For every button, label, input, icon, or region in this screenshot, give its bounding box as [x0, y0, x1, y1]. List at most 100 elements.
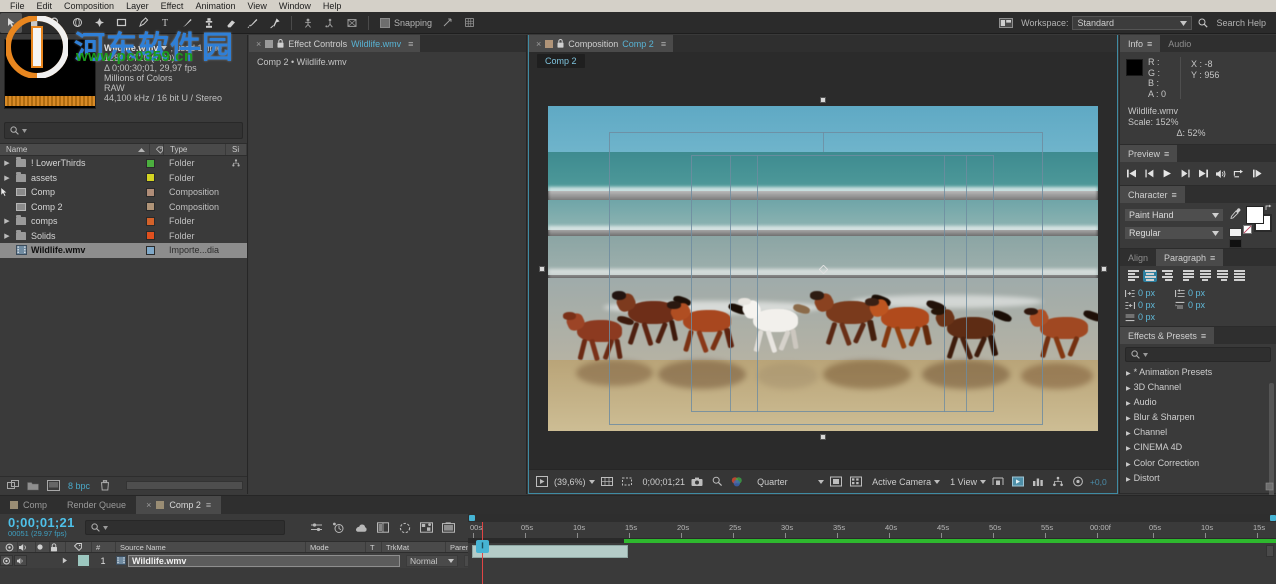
tab-align[interactable]: Align — [1120, 249, 1156, 266]
space-after-field[interactable]: 0 px — [1125, 312, 1175, 322]
fill-color-bar[interactable] — [1229, 228, 1242, 237]
no-color-icon[interactable] — [1243, 225, 1252, 234]
panel-menu-icon[interactable]: ≡ — [408, 39, 413, 49]
pen-tool-icon[interactable] — [132, 13, 154, 33]
close-icon[interactable]: × — [536, 39, 541, 49]
layer-audio-toggle[interactable] — [14, 555, 27, 566]
brainstorm-icon[interactable] — [441, 520, 457, 535]
roto-brush-tool-icon[interactable] — [242, 13, 264, 33]
orbit-camera-tool-icon[interactable] — [66, 13, 88, 33]
selection-tool-icon[interactable] — [0, 13, 22, 33]
tab-info[interactable]: Info ≡ — [1120, 35, 1160, 52]
3d-view-icon[interactable] — [1050, 474, 1066, 490]
composition-time-display[interactable]: 0;00;01;21 — [643, 477, 686, 487]
chevron-down-icon[interactable] — [161, 46, 167, 50]
effects-category-distort[interactable]: ▶Distort — [1126, 472, 1276, 487]
expand-triangle-icon[interactable]: ▶ — [0, 159, 14, 167]
current-time-indicator-head[interactable] — [476, 540, 489, 553]
composition-canvas[interactable] — [548, 106, 1098, 431]
timeline-toggle-icon[interactable] — [990, 474, 1006, 490]
layer-expand-triangle-icon[interactable] — [56, 557, 74, 564]
tab-effect-controls[interactable]: × Effect Controls Wildlife.wmv ≡ — [249, 35, 420, 52]
effects-category-3d-channel[interactable]: ▶3D Channel — [1126, 381, 1276, 396]
workspace-select[interactable]: Standard — [1072, 16, 1192, 30]
panel-menu-icon[interactable]: ≡ — [1147, 39, 1152, 49]
toggle-pixel-aspect-icon[interactable] — [848, 474, 864, 490]
effects-category-blur-sharpen[interactable]: ▶Blur & Sharpen — [1126, 411, 1276, 426]
view-layout-select[interactable]: 1 View — [950, 477, 986, 487]
timeline-track-area[interactable] — [468, 539, 1276, 584]
composition-stage[interactable] — [529, 70, 1117, 467]
tab-effects-presets[interactable]: Effects & Presets ≡ — [1120, 327, 1214, 344]
resolution-select[interactable]: Quarter — [757, 477, 824, 487]
project-item-comps[interactable]: ▶ comps Folder — [0, 214, 247, 229]
project-footer-slider[interactable] — [126, 481, 243, 490]
justify-all-button[interactable] — [1232, 270, 1246, 282]
justify-last-center-button[interactable] — [1198, 270, 1212, 282]
new-composition-button[interactable] — [4, 479, 22, 493]
expand-triangle-icon[interactable]: ▶ — [1126, 383, 1131, 396]
effects-search-input[interactable] — [1151, 350, 1265, 360]
panel-menu-icon[interactable]: ≡ — [1201, 331, 1206, 341]
menu-item-animation[interactable]: Animation — [189, 0, 241, 12]
panel-menu-icon[interactable]: ≡ — [1172, 190, 1177, 200]
grid-guides-icon[interactable] — [1070, 474, 1086, 490]
tab-preview[interactable]: Preview ≡ — [1120, 145, 1177, 162]
effects-category-channel[interactable]: ▶Channel — [1126, 426, 1276, 441]
draft-3d-icon[interactable] — [331, 520, 347, 535]
source-name-column-header[interactable]: Source Name — [116, 542, 306, 552]
fill-color-swatch[interactable] — [1246, 206, 1264, 224]
timeline-search-field[interactable] — [85, 520, 285, 535]
delete-button[interactable] — [96, 479, 114, 493]
new-folder-button[interactable] — [24, 479, 42, 493]
expand-triangle-icon[interactable]: ▶ — [0, 232, 14, 240]
expand-triangle-icon[interactable]: ▶ — [1126, 474, 1131, 487]
mute-audio-button[interactable] — [1213, 166, 1229, 181]
timeline-current-time[interactable]: 0;00;01;21 00051 (29.97 fps) — [0, 517, 75, 539]
effects-search-field[interactable] — [1125, 347, 1271, 362]
fast-previews-icon[interactable] — [1010, 474, 1026, 490]
track-resize-grip[interactable] — [1266, 545, 1274, 557]
composition-chip[interactable]: Comp 2 — [537, 54, 585, 68]
justify-last-left-button[interactable] — [1181, 270, 1195, 282]
column-label[interactable] — [150, 144, 164, 155]
layer-video-toggle[interactable] — [0, 555, 13, 566]
ram-preview-button[interactable] — [1249, 166, 1265, 181]
type-tool-icon[interactable]: T — [154, 13, 176, 33]
selection-handle-right[interactable] — [1101, 266, 1107, 272]
selection-handle-top[interactable] — [820, 97, 826, 103]
toggle-mask-paths-icon[interactable] — [619, 474, 635, 490]
menu-item-file[interactable]: File — [4, 0, 31, 12]
project-item-solids[interactable]: ▶ Solids Folder — [0, 229, 247, 244]
selection-handle-left[interactable] — [539, 266, 545, 272]
navigator-start-handle[interactable] — [469, 515, 475, 521]
frame-blending-icon[interactable] — [375, 520, 391, 535]
menu-item-edit[interactable]: Edit — [31, 0, 59, 12]
menu-item-help[interactable]: Help — [317, 0, 348, 12]
expand-triangle-icon[interactable]: ▶ — [1126, 459, 1131, 472]
play-button[interactable] — [1159, 166, 1175, 181]
character-color-swatches[interactable] — [1246, 206, 1272, 232]
menu-item-effect[interactable]: Effect — [155, 0, 190, 12]
timeline-navigator-bar[interactable] — [468, 514, 1276, 522]
effects-category-audio[interactable]: ▶Audio — [1126, 396, 1276, 411]
workspace-layout-icon[interactable] — [995, 13, 1017, 33]
panel-menu-icon[interactable]: ≡ — [206, 500, 211, 510]
hand-tool-icon[interactable] — [22, 13, 44, 33]
eraser-tool-icon[interactable] — [220, 13, 242, 33]
effects-category-cinema-4d[interactable]: ▶CINEMA 4D — [1126, 441, 1276, 456]
search-help-group[interactable]: Search Help — [1198, 18, 1270, 28]
snapping-checkbox[interactable] — [380, 18, 390, 28]
menu-item-view[interactable]: View — [241, 0, 272, 12]
navigator-end-handle[interactable] — [1270, 515, 1276, 521]
tab-character[interactable]: Character ≡ — [1120, 186, 1185, 203]
swap-colors-icon[interactable] — [1265, 204, 1273, 212]
effects-category-animation-presets[interactable]: ▶* Animation Presets — [1126, 366, 1276, 381]
project-search-field[interactable] — [4, 122, 243, 139]
expand-triangle-icon[interactable]: ▶ — [1126, 368, 1131, 381]
graph-editor-icon[interactable] — [419, 520, 435, 535]
expand-triangle-icon[interactable]: ▶ — [0, 217, 14, 225]
motion-blur-icon[interactable] — [397, 520, 413, 535]
first-frame-button[interactable] — [1123, 166, 1139, 181]
project-item-comp[interactable]: Comp Composition — [0, 185, 247, 200]
